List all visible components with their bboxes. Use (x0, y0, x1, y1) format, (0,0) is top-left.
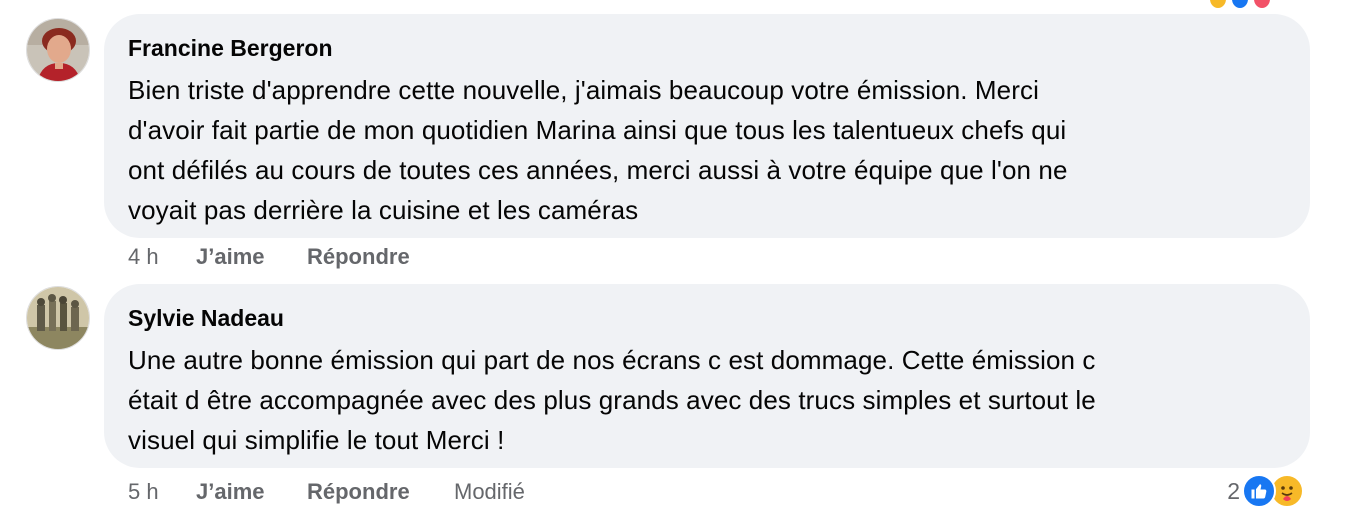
comments-thread: Francine Bergeron Bien triste d'apprendr… (0, 0, 1346, 512)
comment-text-line: était d être accompagnée avec des plus g… (128, 385, 1096, 415)
edited-label[interactable]: Modifié (454, 479, 525, 505)
comment-text-line: d'avoir fait partie de mon quotidien Mar… (128, 115, 1067, 145)
avatar-photo-sylvie (27, 287, 89, 349)
reaction-count: 2 (1227, 477, 1240, 504)
previous-reactions[interactable] (1210, 0, 1270, 8)
comment-text-line: Bien triste d'apprendre cette nouvelle, … (128, 75, 1039, 105)
comment-actions: 4 h J’aime Répondre (128, 244, 454, 270)
comment-timestamp[interactable]: 5 h (128, 479, 196, 505)
comment-text: Une autre bonne émission qui part de nos… (128, 340, 1282, 460)
haha-icon (1210, 0, 1226, 8)
comment-author[interactable]: Francine Bergeron (128, 34, 1282, 62)
comment-text: Bien triste d'apprendre cette nouvelle, … (128, 70, 1282, 230)
like-button[interactable]: J’aime (196, 479, 307, 505)
comment-bubble: Sylvie Nadeau Une autre bonne émission q… (104, 284, 1310, 468)
like-button[interactable]: J’aime (196, 244, 307, 270)
comment-author[interactable]: Sylvie Nadeau (128, 304, 1282, 332)
like-icon (1232, 0, 1248, 8)
comment-timestamp[interactable]: 4 h (128, 244, 196, 270)
comment-text-line: voyait pas derrière la cuisine et les ca… (128, 195, 639, 225)
avatar[interactable] (26, 286, 90, 350)
reply-button[interactable]: Répondre (307, 479, 454, 505)
avatar-photo-francine (27, 19, 89, 81)
comment-bubble: Francine Bergeron Bien triste d'apprendr… (104, 14, 1310, 238)
comment-actions: 5 h J’aime Répondre Modifié (128, 479, 525, 505)
comment-text-line: ont défilés au cours de toutes ces année… (128, 155, 1068, 185)
comment-text-line: Une autre bonne émission qui part de nos… (128, 345, 1096, 375)
comment-text-line: visuel qui simplifie le tout Merci ! (128, 425, 505, 455)
reaction-summary[interactable]: 2 (1227, 474, 1304, 508)
love-icon (1254, 0, 1270, 8)
like-icon (1242, 474, 1276, 508)
reply-button[interactable]: Répondre (307, 244, 454, 270)
avatar[interactable] (26, 18, 90, 82)
